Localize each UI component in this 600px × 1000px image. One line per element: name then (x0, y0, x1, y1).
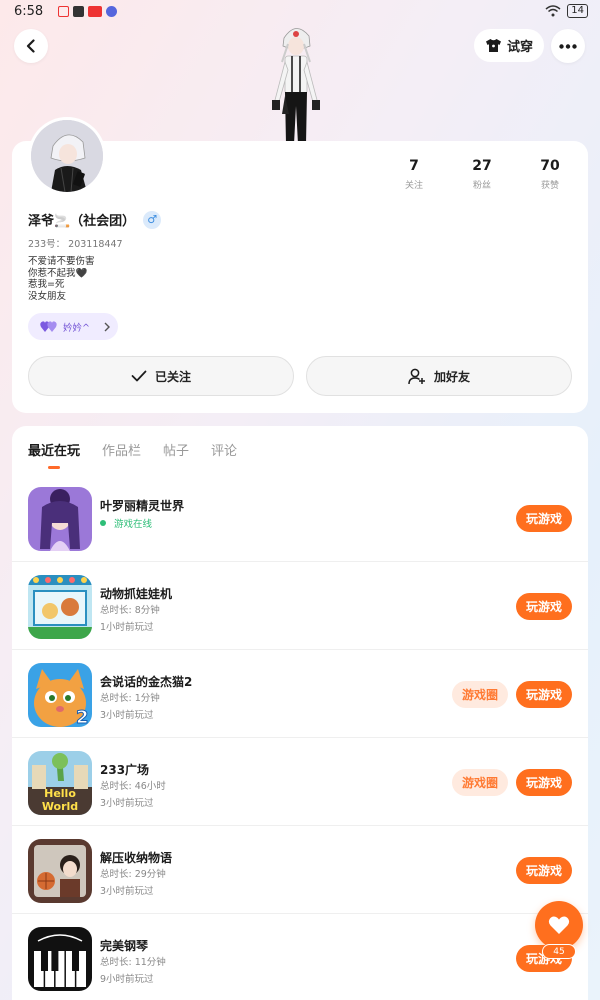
tshirt-icon (485, 39, 501, 52)
play-game-button[interactable]: 玩游戏 (516, 593, 572, 620)
stat-followers-label: 粉丝 (472, 181, 491, 191)
game-row[interactable]: 2 会说话的金杰猫2 总时长: 1分钟 3小时前玩过 游戏圈 玩游戏 (12, 650, 588, 738)
bio-line: 惹我=死 (28, 279, 65, 290)
game-last-played: 3小时前玩过 (100, 710, 154, 721)
status-bar: 6:58 14 (0, 0, 600, 24)
avatar-illustration (31, 120, 103, 192)
tab-works[interactable]: 作品栏 (102, 440, 141, 459)
game-duration: 总时长: 11分钟 (100, 957, 166, 968)
game-row[interactable]: 完美钢琴 总时长: 11分钟 9小时前玩过 玩游戏 (12, 914, 588, 1000)
bio-line: 不爱请不要伤害 (28, 256, 95, 267)
battery-indicator: 14 (567, 4, 588, 18)
try-on-button[interactable]: 试穿 (474, 29, 544, 62)
male-gender-icon: ♂ (143, 210, 162, 229)
tab-recently-played[interactable]: 最近在玩 (28, 440, 80, 459)
more-button[interactable] (551, 29, 585, 63)
game-last-played: 3小时前玩过 (100, 798, 154, 809)
notification-app-icon (73, 6, 84, 17)
relationship-tag-label: 妗妗^ (63, 322, 90, 334)
back-button[interactable] (14, 29, 48, 63)
game-name: 完美钢琴 (100, 939, 149, 953)
following-label: 已关注 (154, 369, 191, 384)
game-icon-claw-machine (28, 575, 92, 639)
username: 泽爷🚬（社会团） (28, 214, 136, 229)
tab-comments[interactable]: 评论 (211, 440, 237, 459)
notification-app-icon (88, 6, 102, 17)
game-circle-button[interactable]: 游戏圈 (452, 769, 508, 796)
game-row[interactable]: 叶罗丽精灵世界 游戏在线 玩游戏 (12, 474, 588, 562)
game-row[interactable]: Hello World 233广场 总时长: 46小时 3小时前玩过 游戏圈 玩游… (12, 738, 588, 826)
avatar[interactable] (28, 117, 106, 195)
svg-text:2: 2 (76, 707, 89, 727)
notification-icons (58, 6, 117, 17)
status-time: 6:58 (14, 4, 44, 19)
game-name: 叶罗丽精灵世界 (100, 499, 185, 513)
bio-line: 没女朋友 (28, 290, 67, 302)
game-icon-perfect-piano (28, 927, 92, 991)
back-arrow-icon (26, 39, 35, 53)
stat-following-label: 关注 (404, 181, 423, 191)
game-name: 会说话的金杰猫2 (100, 675, 193, 689)
relationship-tag[interactable]: 妗妗^ (28, 313, 118, 340)
stat-likes[interactable]: 70 获赞 (515, 158, 585, 191)
game-name: 动物抓娃娃机 (100, 587, 173, 601)
game-duration: 总时长: 29分钟 (100, 869, 166, 880)
add-friend-button[interactable]: 加好友 (306, 356, 572, 396)
tab-active-indicator (48, 466, 60, 469)
notification-app-icon (106, 6, 117, 17)
double-heart-icon (40, 321, 57, 332)
user-id: 233号： 203118447 (28, 239, 123, 250)
game-name: 解压收纳物语 (100, 851, 173, 865)
game-last-played: 3小时前玩过 (100, 886, 154, 897)
try-on-label: 试穿 (506, 40, 533, 55)
online-dot-icon (100, 520, 106, 526)
game-icon-talking-ginger: 2 (28, 663, 92, 727)
game-duration: 总时长: 1分钟 (100, 693, 160, 704)
stat-following-value: 7 (409, 158, 419, 174)
game-name: 233广场 (100, 763, 150, 777)
svg-text:World: World (42, 800, 78, 813)
play-game-button[interactable]: 玩游戏 (516, 769, 572, 796)
game-duration: 总时长: 8分钟 (100, 605, 160, 616)
game-row[interactable]: 动物抓娃娃机 总时长: 8分钟 1小时前玩过 玩游戏 (12, 562, 588, 650)
play-game-button[interactable]: 玩游戏 (516, 505, 572, 532)
checkmark-icon (131, 370, 147, 382)
chevron-right-icon (104, 322, 110, 331)
game-icon-yeluoli (28, 487, 92, 551)
game-circle-button[interactable]: 游戏圈 (452, 681, 508, 708)
stat-followers-value: 27 (472, 158, 492, 174)
like-fab-button[interactable] (535, 901, 583, 949)
like-count-badge: 45 (542, 944, 576, 959)
profile-tabs: 最近在玩 作品栏 帖子 评论 (28, 440, 237, 459)
game-row[interactable]: 解压收纳物语 总时长: 29分钟 3小时前玩过 玩游戏 (12, 826, 588, 914)
game-last-played: 9小时前玩过 (100, 974, 154, 985)
play-game-button[interactable]: 玩游戏 (516, 681, 572, 708)
username-row: 泽爷🚬（社会团） ♂ (28, 210, 162, 229)
character-avatar-figure[interactable] (266, 22, 326, 144)
svg-text:Hello: Hello (44, 787, 76, 800)
game-last-played: 1小时前玩过 (100, 622, 154, 633)
following-button[interactable]: 已关注 (28, 356, 294, 396)
bio-line: 你惹不起我🖤 (28, 267, 88, 279)
status-right: 14 (545, 4, 588, 18)
stat-followers[interactable]: 27 粉丝 (447, 158, 517, 191)
game-icon-233-plaza: Hello World (28, 751, 92, 815)
play-game-button[interactable]: 玩游戏 (516, 857, 572, 884)
game-icon-storage-story (28, 839, 92, 903)
avatar-image (31, 120, 103, 192)
wifi-icon (545, 5, 561, 17)
stat-following[interactable]: 7 关注 (379, 158, 449, 191)
game-duration: 总时长: 46小时 (100, 781, 166, 792)
online-status-label: 游戏在线 (114, 519, 153, 530)
add-friend-label: 加好友 (433, 369, 470, 384)
tab-posts[interactable]: 帖子 (163, 440, 189, 459)
add-user-icon (408, 368, 425, 384)
notification-app-icon (58, 6, 69, 17)
stat-likes-value: 70 (540, 158, 560, 174)
stat-likes-label: 获赞 (540, 181, 559, 191)
bio: 不爱请不要伤害 你惹不起我🖤 惹我=死 没女朋友 (28, 256, 95, 302)
heart-icon (548, 916, 570, 934)
online-status: 游戏在线 (100, 516, 152, 530)
more-dots-icon (559, 43, 577, 49)
